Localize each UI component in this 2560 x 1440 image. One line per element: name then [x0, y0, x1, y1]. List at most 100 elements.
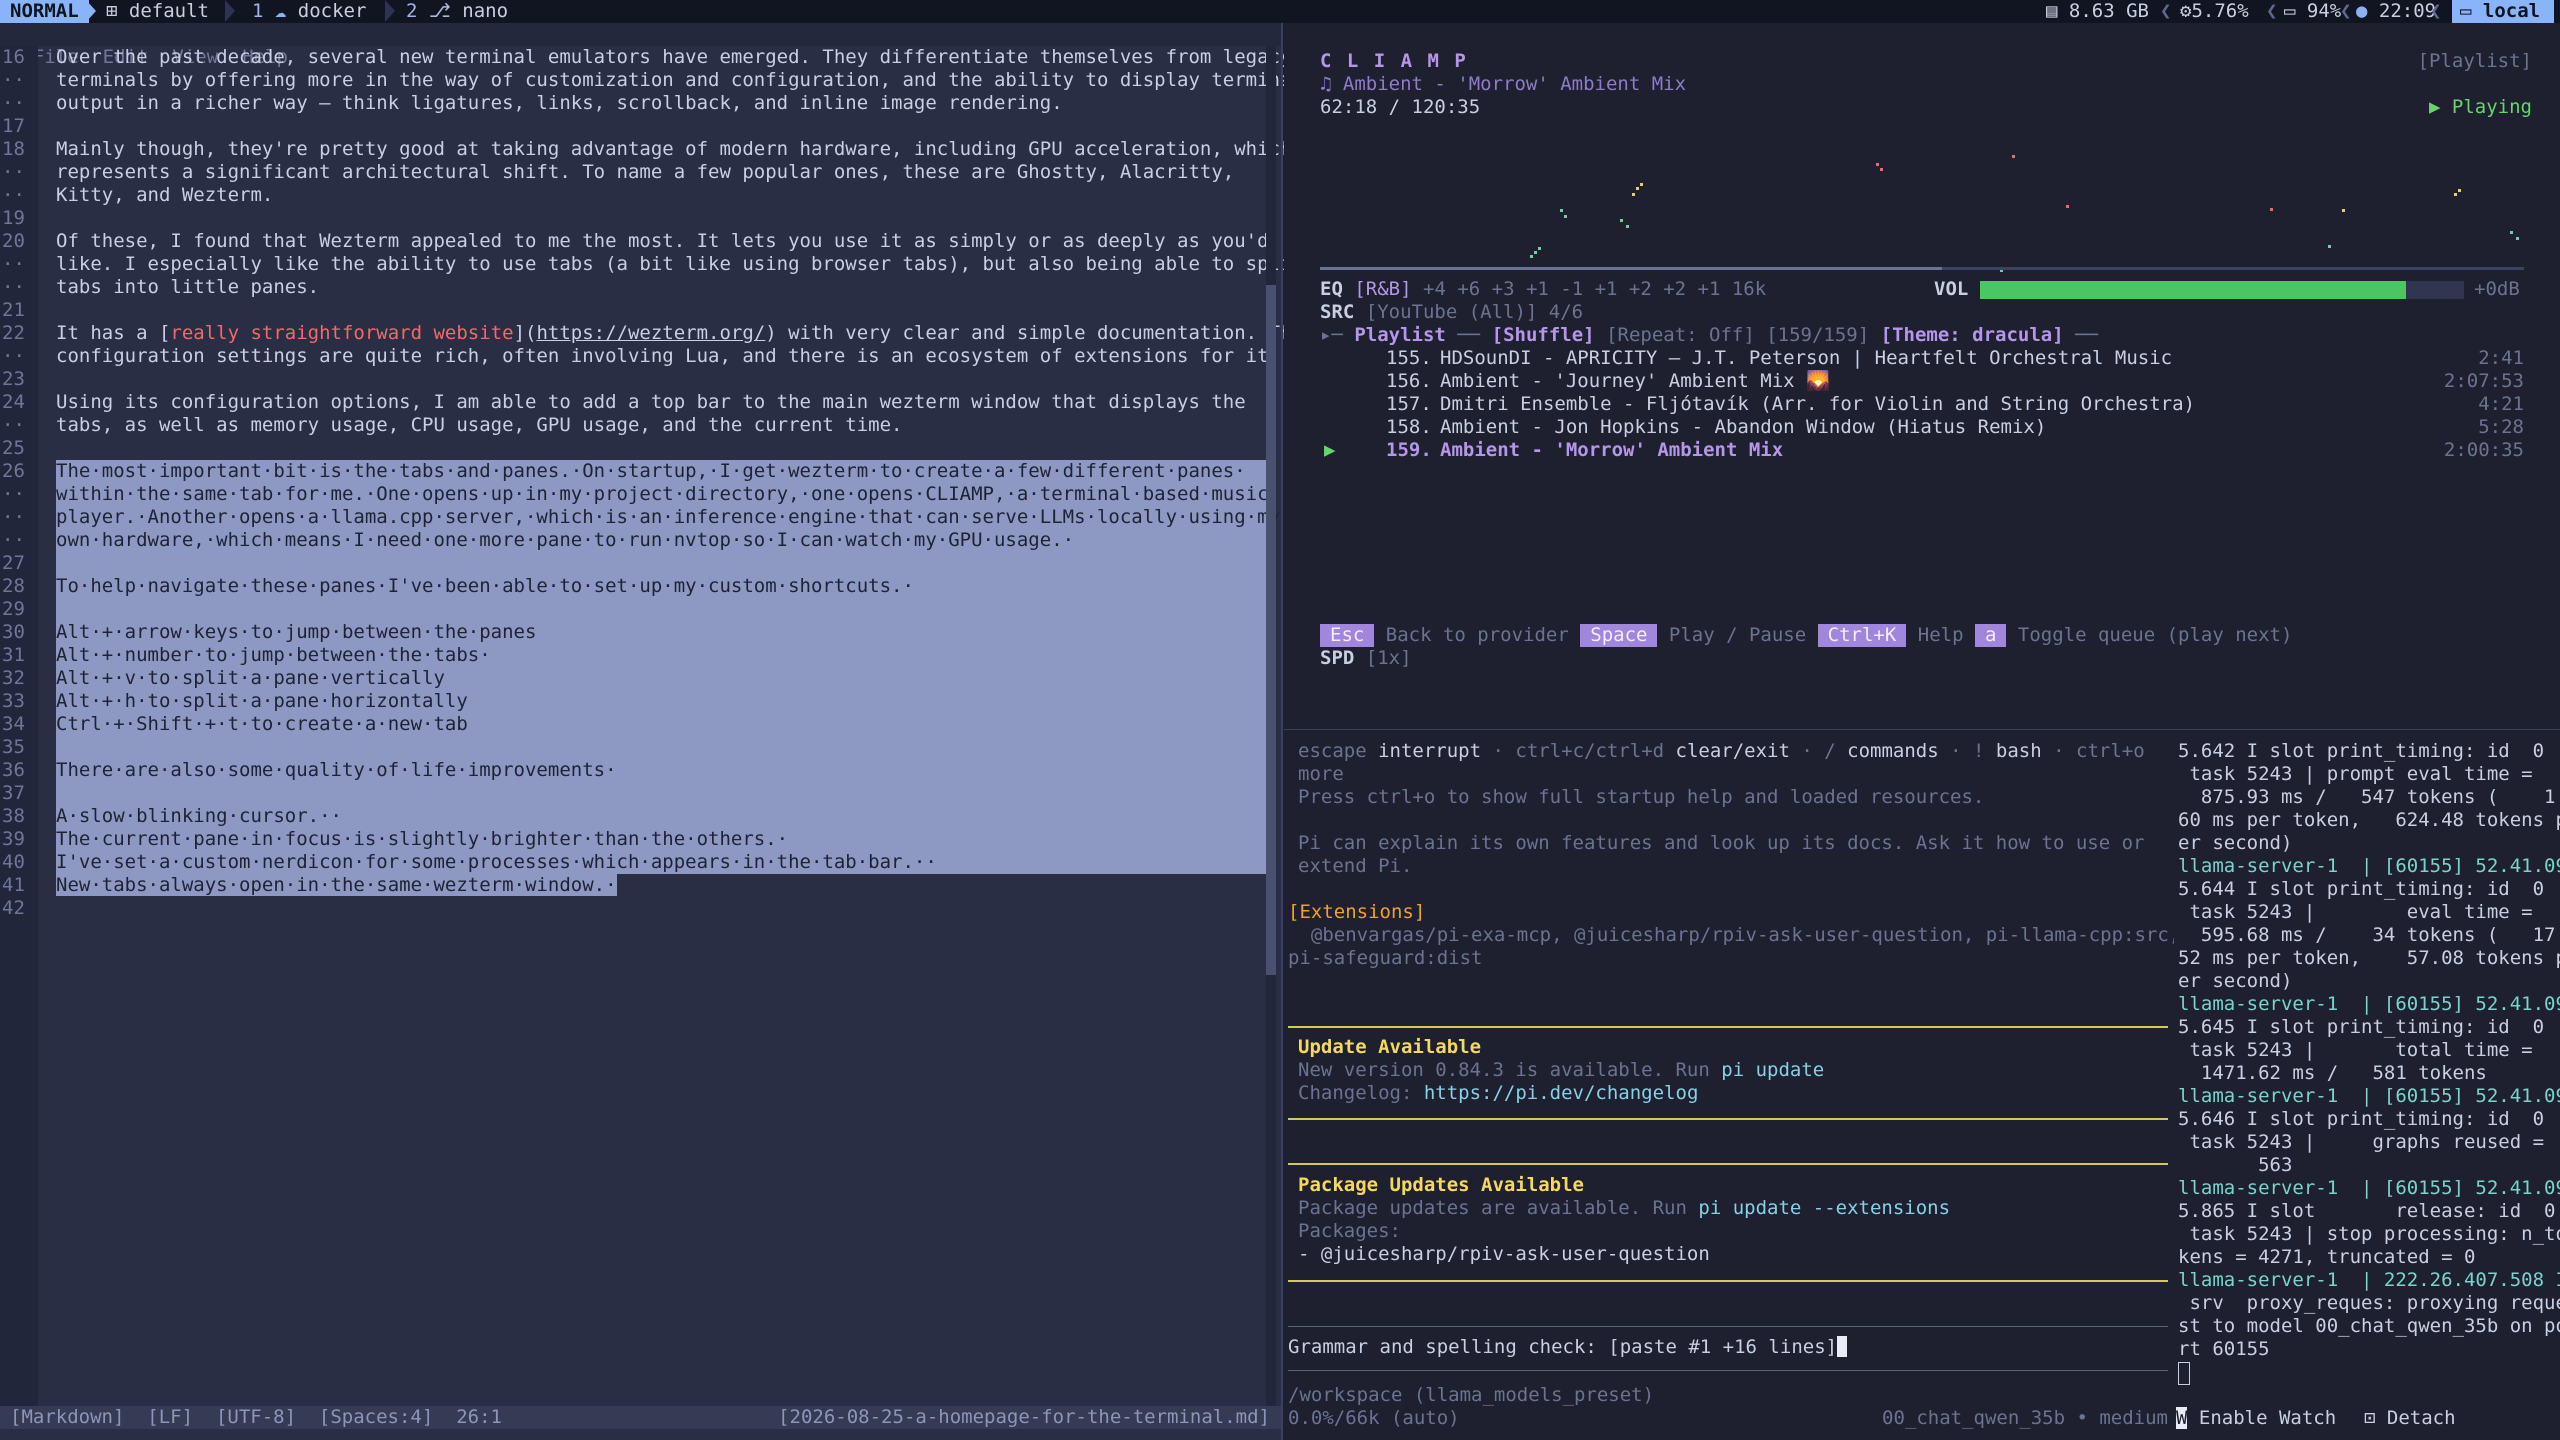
editor-line[interactable]	[56, 552, 1266, 575]
powerline-separator	[225, 0, 235, 22]
editor-line[interactable]	[56, 115, 1266, 138]
editor-line[interactable]	[56, 299, 1266, 322]
prompt-input[interactable]: Grammar and spelling check: [paste #1 +1…	[1288, 1336, 1848, 1359]
host-value: local	[2482, 0, 2541, 22]
editor-line[interactable]: tabs, as well as memory usage, CPU usage…	[56, 414, 1266, 437]
editor-line[interactable]: There·are·also·some·quality·of·life·impr…	[56, 759, 1266, 782]
editor-line[interactable]: Using its configuration options, I am ab…	[56, 391, 1266, 414]
clock-value: 22:09	[2378, 0, 2437, 22]
editor-line[interactable]: player.·Another·opens·a·llama.cpp·server…	[56, 506, 1291, 529]
line-number: ··	[2, 345, 25, 367]
editor-line[interactable]: Alt·+·arrow·keys·to·jump·between·the·pan…	[56, 621, 1266, 644]
repeat-toggle[interactable]: [Repeat: Off]	[1606, 324, 1755, 346]
hint-key: · !	[1950, 740, 1985, 762]
track-row[interactable]: 158. Ambient - Jon Hopkins - Abandon Wind…	[1320, 416, 2524, 439]
equalizer-row[interactable]: EQ [R&B] +4 +6 +3 +1 -1 +1 +2 +2 +1 16k	[1320, 278, 1766, 301]
tab-docker[interactable]: 1 ☁ docker	[252, 0, 366, 23]
track-number: 157.	[1386, 393, 1432, 415]
editor-line[interactable]	[56, 736, 1266, 759]
speed-row[interactable]: SPD [1x]	[1320, 647, 1412, 670]
line-number: 31	[2, 644, 25, 666]
theme-indicator[interactable]: [Theme: dracula]	[1881, 324, 2064, 346]
detach-button[interactable]: ⊡ Detach	[2364, 1407, 2456, 1430]
editor-text-area[interactable]: Over the past decade, several new termin…	[56, 46, 1303, 920]
track-list[interactable]: 155. HDSounDI - APRICITY – J.T. Peterson …	[1320, 347, 2524, 462]
editor-line[interactable]	[56, 368, 1266, 391]
hint-action: clear/exit	[1675, 740, 1790, 762]
source-row[interactable]: SRC [YouTube (All)] 4/6	[1320, 301, 1583, 324]
agent-pane[interactable]: escape interrupt · ctrl+c/ctrl+d clear/e…	[1284, 730, 2180, 1440]
editor-line[interactable]: configuration settings are quite rich, o…	[56, 345, 1280, 368]
editor-line[interactable]	[56, 207, 1266, 230]
eq-bands[interactable]: +4 +6 +3 +1 -1 +1 +2 +2 +1 16k	[1423, 278, 1766, 300]
line-text: like. I especially like the ability to u…	[56, 253, 1303, 275]
editor-line[interactable]: output in a richer way – think ligatures…	[56, 92, 1266, 115]
pane-divider[interactable]	[1281, 23, 1283, 1440]
watch-label: Enable Watch	[2198, 1407, 2337, 1429]
watch-button[interactable]: W Enable Watch	[2176, 1407, 2336, 1430]
markdown-link-text[interactable]: really straightforward website	[170, 322, 513, 344]
line-number: ··	[2, 161, 25, 183]
editor-scrollbar-thumb[interactable]	[1266, 285, 1276, 975]
cursor-position: 26:1	[456, 1406, 502, 1428]
editor-line[interactable]	[56, 598, 1266, 621]
line-number: ··	[2, 506, 25, 528]
eq-preset[interactable]: [R&B]	[1354, 278, 1411, 300]
editor-line[interactable]: Ctrl·+·Shift·+·t·to·create·a·new·tab	[56, 713, 1266, 736]
extensions-list: @benvargas/pi-exa-mcp, @juicesharp/rpiv-…	[1288, 924, 2181, 946]
editor-line[interactable]: terminals by offering more in the way of…	[56, 69, 1303, 92]
line-number: 22	[2, 322, 25, 344]
tab-label: docker	[297, 0, 367, 22]
editor-line[interactable]: own·hardware,·which·means·I·need·one·mor…	[56, 529, 1266, 552]
speed-label: SPD	[1320, 647, 1355, 669]
editor-line[interactable]: To·help·navigate·these·panes·I've·been·a…	[56, 575, 1266, 598]
editor-line[interactable]: Alt·+·h·to·split·a·pane·horizontally	[56, 690, 1266, 713]
editor-line[interactable]: like. I especially like the ability to u…	[56, 253, 1303, 276]
track-row-current[interactable]: ▶ 159. Ambient - 'Morrow' Ambient Mix 2:00:…	[1320, 439, 2524, 462]
editor-line[interactable]: Alt·+·v·to·split·a·pane·vertically	[56, 667, 1266, 690]
markdown-link-url[interactable]: https://wezterm.org/	[536, 322, 765, 344]
tab-nano[interactable]: 2 ⎇ nano	[406, 0, 508, 23]
editor-line[interactable]	[56, 897, 1266, 920]
workspace-tab[interactable]: ⊞ default	[106, 0, 209, 23]
editor-line[interactable]: Alt·+·number·to·jump·between·the·tabs·	[56, 644, 1266, 667]
editor-line[interactable]	[56, 437, 1266, 460]
editor-line[interactable]: The·most·important·bit·is·the·tabs·and·p…	[56, 460, 1266, 483]
log-line: llama-server-1 | [60155] 52.41.09	[2178, 1177, 2560, 1199]
editor-line[interactable]: Kitty, and Wezterm.	[56, 184, 1266, 207]
editor-line[interactable]: It has a [really straightforward website…	[56, 322, 1303, 345]
editor-line[interactable]: A·slow·blinking·cursor.··	[56, 805, 1266, 828]
line-number: 20	[2, 230, 25, 252]
editor-line[interactable]: tabs into little panes.	[56, 276, 1266, 299]
volume-slider[interactable]	[1980, 281, 2464, 299]
divider	[1288, 1026, 2168, 1028]
editor-line[interactable]: within·the·same·tab·for·me.·One·opens·up…	[56, 483, 1280, 506]
detach-icon: ⊡	[2364, 1407, 2376, 1429]
line-number: 38	[2, 805, 25, 827]
track-row[interactable]: 156. Ambient - 'Journey' Ambient Mix 🌄 2:0…	[1320, 370, 2524, 393]
editor-line[interactable]: Mainly though, they're pretty good at ta…	[56, 138, 1291, 161]
log-line: kens = 4271, truncated = 0	[2178, 1246, 2476, 1268]
track-row[interactable]: 155. HDSounDI - APRICITY – J.T. Peterson …	[1320, 347, 2524, 370]
editor-line[interactable]: represents a significant architectural s…	[56, 161, 1266, 184]
track-row[interactable]: 157. Dmitri Ensemble - Fljótavík (Arr. fo…	[1320, 393, 2524, 416]
editor-line[interactable]: Of these, I found that Wezterm appealed …	[56, 230, 1269, 253]
shuffle-toggle[interactable]: [Shuffle]	[1492, 324, 1595, 346]
play-marker-icon: ▶	[1324, 439, 1336, 461]
server-log-pane[interactable]: 5.642 I slot print_timing: id 0 | task 5…	[2174, 730, 2560, 1440]
tab-number: 1	[252, 0, 264, 22]
log-line: er second)	[2178, 970, 2293, 992]
music-player-pane[interactable]: C L I A M P [Playlist] ♫ Ambient - 'Morr…	[1284, 23, 2560, 729]
changelog-link[interactable]: https://pi.dev/changelog	[1424, 1082, 1699, 1104]
editor-line[interactable]	[56, 782, 1266, 805]
battery-status: ▭ 94%	[2284, 0, 2341, 23]
line-text: output in a richer way – think ligatures…	[56, 92, 1063, 114]
log-line: 52 ms per token, 57.08 tokens p	[2178, 947, 2560, 969]
speed-value[interactable]: [1x]	[1366, 647, 1412, 669]
docker-icon: ☁	[274, 0, 298, 22]
cpu-status: ⚙5.76%	[2180, 0, 2249, 23]
editor-line[interactable]: The·current·pane·in·focus·is·slightly·br…	[56, 828, 1266, 851]
editor-line[interactable]: New·tabs·always·open·in·the·same·wezterm…	[56, 874, 1266, 897]
editor-line[interactable]: Over the past decade, several new termin…	[56, 46, 1291, 69]
editor-line[interactable]: I've·set·a·custom·nerdicon·for·some·proc…	[56, 851, 1266, 874]
